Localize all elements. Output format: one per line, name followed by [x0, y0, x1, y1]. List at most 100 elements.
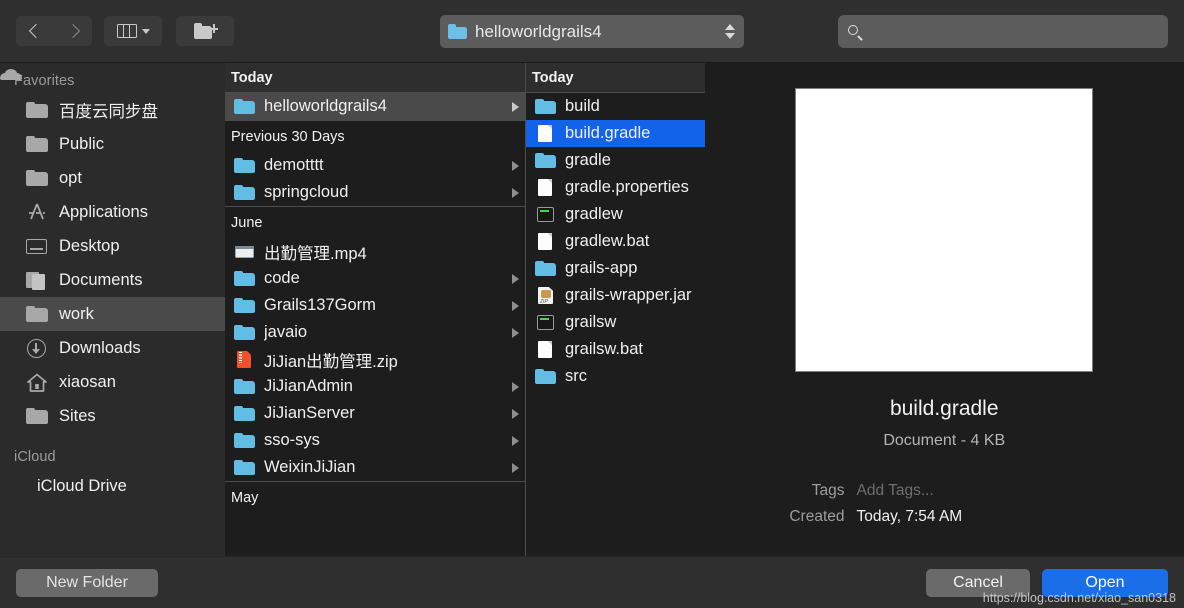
file-row-label: Grails137Gorm — [264, 296, 376, 314]
file-row-label: JiJian出勤管理.zip — [264, 352, 398, 371]
blue-folder-icon — [234, 378, 255, 395]
metadata-row: Created Today, 7:54 AM — [727, 508, 1163, 526]
disclosure-triangle-icon[interactable] — [512, 381, 519, 392]
file-row[interactable]: JiJian出勤管理.zip — [225, 346, 525, 373]
sidebar-item-label: xiaosan — [59, 372, 116, 391]
sidebar-item-label: Applications — [59, 202, 148, 221]
sidebar-item-label: Desktop — [59, 236, 120, 255]
disclosure-triangle-icon[interactable] — [512, 187, 519, 198]
disclosure-triangle-icon[interactable] — [512, 101, 519, 112]
new-folder-button[interactable]: New Folder — [16, 568, 158, 597]
sidebar-item-label: work — [59, 304, 94, 323]
folder-icon — [26, 169, 48, 187]
search-input[interactable] — [869, 22, 1159, 41]
file-row-label: springcloud — [264, 183, 349, 201]
file-row[interactable]: demotttt — [225, 152, 525, 179]
dialog-body: Favorites 百度云同步盘 Public opt Applications Desk… — [0, 62, 1184, 556]
new-folder-icon — [194, 23, 218, 39]
forward-button[interactable] — [54, 16, 92, 46]
disclosure-triangle-icon[interactable] — [512, 300, 519, 311]
sidebar-item-public[interactable]: Public — [0, 127, 225, 161]
sidebar-item-desktop[interactable]: Desktop — [0, 229, 225, 263]
disclosure-triangle-icon[interactable] — [512, 160, 519, 171]
sidebar-item-work[interactable]: work — [0, 297, 225, 331]
cloud-icon — [0, 69, 22, 80]
blue-folder-icon — [535, 260, 556, 277]
file-row[interactable]: JiJianServer — [225, 400, 525, 427]
disclosure-triangle-icon[interactable] — [512, 327, 519, 338]
new-folder-toolbar-button[interactable] — [176, 16, 234, 46]
file-row[interactable]: helloworldgrails4 — [225, 93, 525, 120]
disclosure-triangle-icon[interactable] — [512, 435, 519, 446]
folder-icon — [26, 305, 48, 323]
disclosure-triangle-icon[interactable] — [512, 273, 519, 284]
preview-thumbnail — [796, 89, 1093, 371]
cancel-button[interactable]: Cancel — [926, 568, 1030, 597]
blue-folder-icon — [234, 459, 255, 476]
metadata-key: Tags — [811, 482, 845, 499]
file-row-label: helloworldgrails4 — [264, 97, 387, 115]
desktop-icon — [26, 237, 48, 255]
metadata-key: Created — [789, 508, 845, 525]
browser-column: Today helloworldgrails4 Previous 30 Days de… — [225, 63, 526, 556]
path-popup-label: helloworldgrails4 — [475, 21, 602, 41]
disclosure-triangle-icon[interactable] — [512, 462, 519, 473]
blue-folder-icon — [535, 152, 556, 169]
view-mode-button[interactable] — [104, 16, 162, 46]
sidebar-item-xiaosan[interactable]: xiaosan — [0, 365, 225, 399]
file-picker-dialog: helloworldgrails4 Favorites 百度云同步盘 Public o… — [0, 0, 1184, 608]
preview-metadata: Tags Add Tags... Created Today, 7:54 AM — [705, 482, 1184, 534]
sidebar-item-label: 百度云同步盘 — [59, 103, 158, 121]
chevron-left-icon — [30, 23, 40, 40]
metadata-value[interactable]: Add Tags... — [857, 482, 934, 500]
downloads-icon — [26, 339, 48, 358]
sidebar-item-label: Sites — [59, 406, 96, 425]
file-row[interactable]: 出勤管理.mp4 — [225, 238, 525, 265]
column-group-header: Today — [225, 63, 525, 93]
sidebar-item-downloads[interactable]: Downloads — [0, 331, 225, 365]
open-button[interactable]: Open — [1042, 568, 1168, 597]
blue-folder-icon — [234, 157, 255, 174]
file-row-label: JiJianServer — [264, 404, 355, 422]
sidebar-item-sites[interactable]: Sites — [0, 399, 225, 433]
sidebar-item-label: opt — [59, 168, 82, 187]
search-field[interactable] — [838, 15, 1168, 48]
preview-pane: build.gradle Document - 4 KB Tags Add Tag… — [704, 63, 1184, 556]
sidebar-item-label: Documents — [59, 270, 143, 289]
back-button[interactable] — [16, 16, 54, 46]
file-row[interactable]: sso-sys — [225, 427, 525, 454]
sidebar-item-documents[interactable]: Documents — [0, 263, 225, 297]
file-row[interactable]: WeixinJiJian — [225, 454, 525, 481]
home-icon — [26, 373, 48, 392]
sidebar-item-icloud-drive[interactable]: iCloud Drive — [0, 69, 225, 503]
file-row[interactable]: code — [225, 265, 525, 292]
sidebar-section-header: iCloud — [14, 449, 56, 465]
sidebar-item-label: Downloads — [59, 338, 141, 357]
file-row-label: demotttt — [264, 156, 324, 174]
column-view-icon — [116, 24, 137, 38]
file-row-label: JiJianAdmin — [264, 377, 353, 395]
toolbar: helloworldgrails4 — [0, 0, 1184, 62]
preview-file-name: build.gradle — [889, 397, 999, 420]
sidebar-section-header: Favorites — [14, 73, 75, 89]
documents-icon — [26, 271, 48, 290]
blue-folder-icon — [234, 184, 255, 201]
sidebar-item-applications[interactable]: Applications — [0, 195, 225, 229]
up-down-stepper-icon — [724, 24, 736, 39]
file-row[interactable]: springcloud — [225, 179, 525, 206]
disclosure-triangle-icon[interactable] — [512, 408, 519, 419]
navigation-buttons — [16, 16, 92, 46]
file-row[interactable]: Grails137Gorm — [225, 292, 525, 319]
blue-folder-icon — [234, 405, 255, 422]
sidebar-item-opt[interactable]: opt — [0, 161, 225, 195]
file-row[interactable]: JiJianAdmin — [225, 373, 525, 400]
chevron-right-icon — [68, 23, 78, 40]
sidebar-item-[interactable]: 百度云同步盘 — [0, 93, 225, 127]
search-icon — [847, 24, 863, 40]
path-popup-button[interactable]: helloworldgrails4 — [440, 15, 744, 48]
terminal-icon — [535, 314, 556, 331]
file-row[interactable]: javaio — [225, 319, 525, 346]
folder-icon — [26, 407, 48, 425]
blue-folder-icon — [535, 98, 556, 115]
folder-icon — [26, 101, 48, 119]
